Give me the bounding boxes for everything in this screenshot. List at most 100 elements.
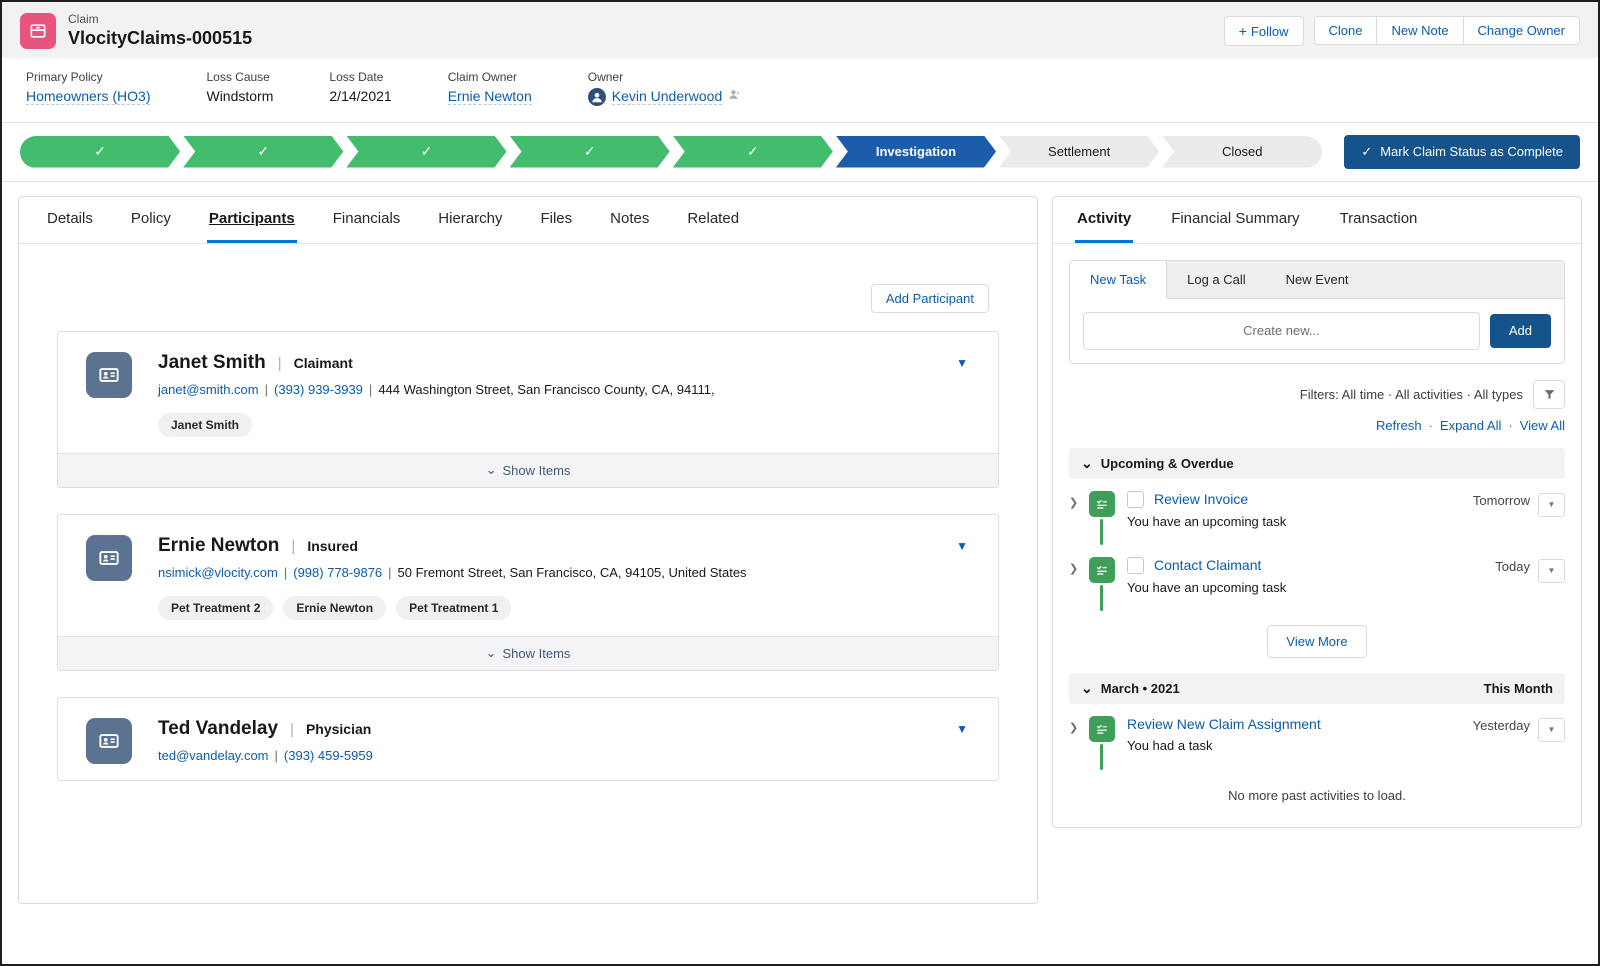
path-stage-4[interactable]: ✓ (510, 136, 670, 168)
participant-email-link[interactable]: janet@smith.com (158, 382, 259, 397)
separator: | (290, 720, 294, 738)
participant-tag[interactable]: Pet Treatment 2 (158, 595, 274, 620)
claim-icon (20, 12, 56, 49)
task-icon (1089, 490, 1115, 517)
tab-hierarchy[interactable]: Hierarchy (436, 197, 504, 243)
participant-contact-line: janet@smith.com | (393) 939-3939 | 444 W… (158, 382, 922, 397)
contact-card-icon (86, 534, 132, 581)
task-body: Review New Claim Assignment You had a ta… (1127, 716, 1473, 770)
participant-phone-link[interactable]: (393) 459-5959 (284, 748, 373, 763)
expand-task-icon[interactable]: ❯ (1069, 491, 1089, 545)
participant-tag[interactable]: Janet Smith (158, 412, 253, 437)
participant-tag[interactable]: Ernie Newton (283, 595, 387, 620)
tab-participants[interactable]: Participants (206, 197, 297, 243)
refresh-link[interactable]: Refresh (1376, 418, 1422, 433)
expand-task-icon[interactable]: ❯ (1069, 557, 1089, 611)
header-actions: + Follow Clone New Note Change Owner (1223, 15, 1580, 46)
participant-email-link[interactable]: ted@vandelay.com (158, 748, 269, 763)
path-stage-settlement[interactable]: Settlement (999, 136, 1159, 168)
view-all-link[interactable]: View All (1501, 418, 1565, 433)
activity-composer: New Task Log a Call New Event Add (1069, 259, 1565, 364)
participant-email-link[interactable]: nsimick@vlocity.com (158, 565, 278, 580)
show-items-button[interactable]: ⌄ Show Items (58, 452, 998, 487)
tab-notes[interactable]: Notes (608, 197, 651, 243)
follow-button[interactable]: + Follow (1223, 15, 1304, 46)
participant-tag[interactable]: Pet Treatment 1 (396, 595, 512, 620)
tab-files[interactable]: Files (538, 197, 574, 243)
field-label: Owner (587, 69, 624, 84)
participant-main: Janet Smith | Claimant janet@smith.com |… (58, 332, 998, 453)
tab-log-a-call[interactable]: Log a Call (1167, 261, 1266, 298)
path-stage-investigation[interactable]: Investigation (836, 136, 996, 168)
tab-new-event[interactable]: New Event (1266, 261, 1369, 298)
participant-phone-link[interactable]: (998) 778-9876 (293, 565, 382, 580)
claim-owner-link[interactable]: Ernie Newton (447, 88, 532, 105)
task-dropdown-button[interactable]: ▼ (1538, 717, 1565, 742)
participant-main: Ernie Newton | Insured nsimick@vlocity.c… (58, 515, 998, 636)
task-checkbox[interactable] (1127, 556, 1144, 574)
task-dropdown-button[interactable]: ▼ (1538, 558, 1565, 583)
mark-status-complete-button[interactable]: ✓ Mark Claim Status as Complete (1344, 134, 1580, 169)
funnel-icon (1544, 389, 1554, 399)
section-march-2021[interactable]: ⌄ March • 2021 This Month (1069, 672, 1565, 704)
record-header: Claim VlocityClaims-000515 + Follow Clone… (2, 2, 1598, 58)
field-owner: Owner Kevin Underwood (587, 69, 742, 106)
show-items-button[interactable]: ⌄ Show Items (58, 635, 998, 670)
owner-value-line: Kevin Underwood (587, 87, 742, 106)
add-task-button[interactable]: Add (1489, 313, 1551, 348)
path-stage-closed[interactable]: Closed (1162, 135, 1323, 168)
task-title-link[interactable]: Contact Claimant (1154, 557, 1261, 573)
change-owner-icon[interactable] (728, 88, 741, 106)
participant-dropdown-button[interactable]: ▼ (948, 535, 976, 557)
path-stage-1[interactable]: ✓ (20, 136, 180, 168)
view-more-button[interactable]: View More (1267, 624, 1367, 658)
show-items-label: Show Items (502, 462, 571, 478)
path-stage-2[interactable]: ✓ (183, 136, 343, 168)
owner-link[interactable]: Kevin Underwood (611, 88, 723, 105)
filter-funnel-button[interactable] (1533, 379, 1565, 409)
clone-button[interactable]: Clone (1313, 16, 1378, 46)
participant-name: Ernie Newton (158, 534, 280, 556)
new-note-button[interactable]: New Note (1377, 16, 1464, 46)
tab-activity[interactable]: Activity (1075, 197, 1134, 243)
participant-tags: Pet Treatment 2 Ernie Newton Pet Treatme… (158, 595, 922, 620)
composer-form: Add (1070, 298, 1564, 363)
participant-dropdown-button[interactable]: ▼ (948, 718, 976, 740)
task-dropdown-button[interactable]: ▼ (1538, 492, 1565, 517)
expand-task-icon[interactable]: ❯ (1069, 716, 1089, 770)
activity-links-row: Refresh Expand All View All (1069, 418, 1565, 433)
tab-transaction[interactable]: Transaction (1338, 197, 1420, 243)
tab-financials[interactable]: Financials (331, 197, 403, 243)
participant-name-row: Ernie Newton | Insured (158, 535, 922, 557)
tab-policy[interactable]: Policy (129, 197, 173, 243)
path-stage-5[interactable]: ✓ (673, 136, 833, 168)
plus-icon: + (1238, 22, 1247, 39)
tab-details[interactable]: Details (45, 197, 95, 243)
section-right-label: This Month (1483, 680, 1553, 696)
tab-financial-summary[interactable]: Financial Summary (1169, 197, 1301, 243)
add-participant-button[interactable]: Add Participant (870, 283, 989, 313)
path-stage-3[interactable]: ✓ (346, 136, 506, 168)
section-title: Upcoming & Overdue (1100, 455, 1234, 471)
field-label: Loss Date (329, 69, 384, 84)
create-new-input[interactable] (1083, 311, 1480, 350)
task-title-link[interactable]: Review Invoice (1154, 491, 1248, 507)
claim-record-page: Claim VlocityClaims-000515 + Follow Clone… (0, 0, 1600, 966)
section-upcoming-overdue[interactable]: ⌄ Upcoming & Overdue (1069, 447, 1565, 479)
change-owner-button[interactable]: Change Owner (1463, 16, 1580, 46)
task-icon-column (1089, 490, 1127, 545)
field-primary-policy: Primary Policy Homeowners (HO3) (26, 70, 151, 106)
task-checkbox[interactable] (1127, 490, 1144, 508)
task-date: Today (1495, 558, 1530, 574)
tab-new-task[interactable]: New Task (1070, 260, 1168, 299)
timeline-connector (1100, 518, 1103, 545)
task-title-link[interactable]: Review New Claim Assignment (1127, 716, 1321, 732)
participant-card-ernie-newton: Ernie Newton | Insured nsimick@vlocity.c… (57, 513, 999, 671)
participant-address: 444 Washington Street, San Francisco Cou… (378, 381, 715, 397)
participant-dropdown-button[interactable]: ▼ (948, 352, 976, 374)
check-icon: ✓ (583, 143, 596, 159)
primary-policy-link[interactable]: Homeowners (HO3) (26, 88, 151, 105)
tab-related[interactable]: Related (685, 197, 741, 243)
participant-phone-link[interactable]: (393) 939-3939 (274, 382, 363, 397)
expand-all-link[interactable]: Expand All (1422, 418, 1501, 433)
